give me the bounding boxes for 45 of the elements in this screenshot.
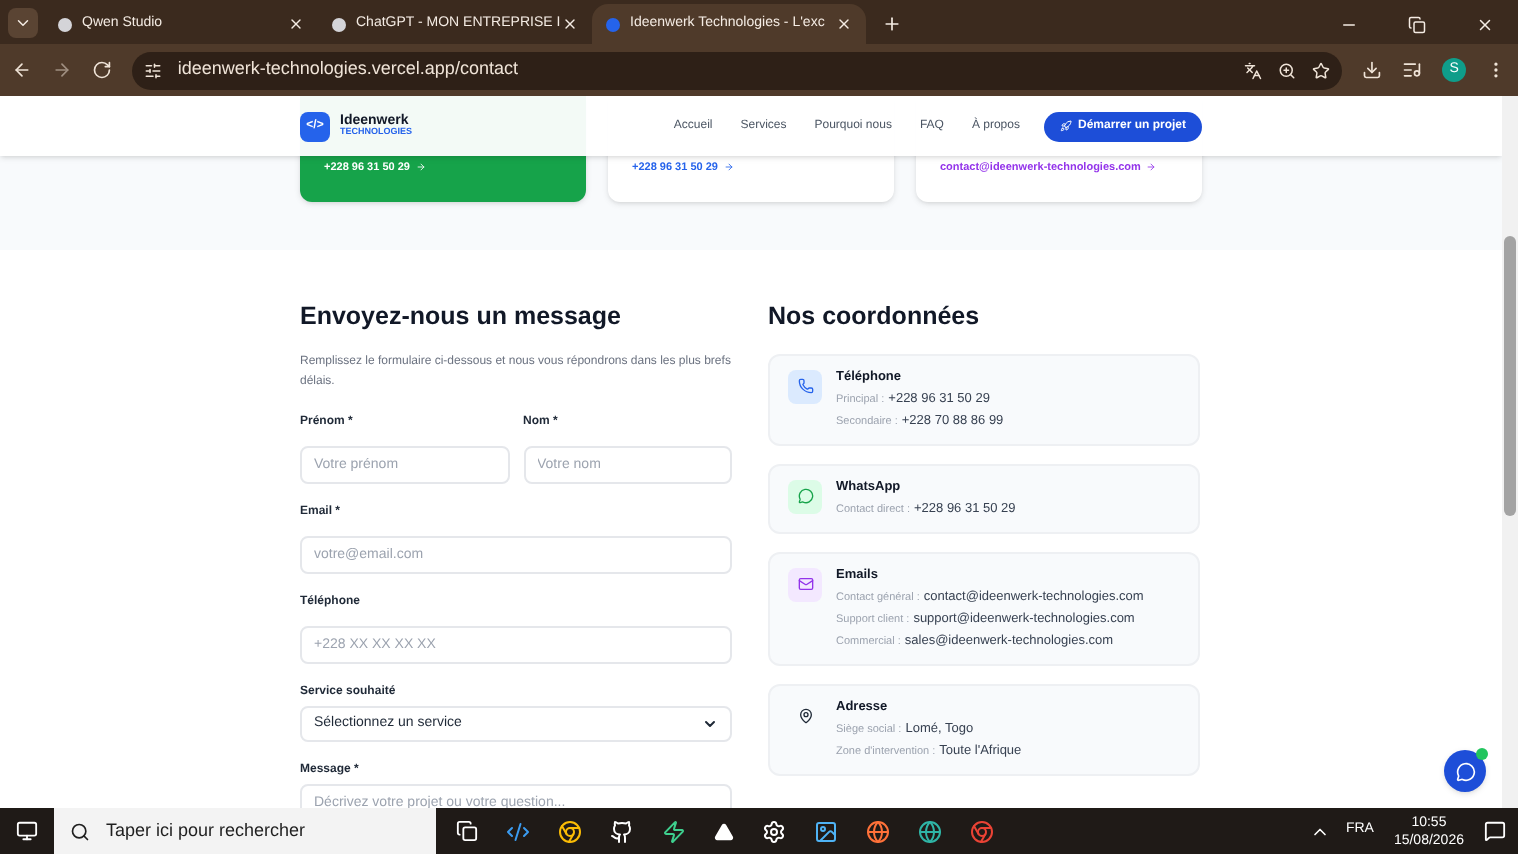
download-icon[interactable]: [1362, 60, 1383, 80]
back-icon[interactable]: [12, 60, 32, 80]
arrow-icon: [723, 162, 734, 173]
whatsapp-icon: [788, 479, 822, 514]
favicon-icon: [606, 17, 620, 31]
reload-icon[interactable]: [91, 60, 112, 80]
zoom-icon[interactable]: [1278, 61, 1297, 79]
close-icon[interactable]: [836, 16, 852, 32]
form-title: Envoyez-nous un message: [300, 300, 623, 334]
tab-list-button[interactable]: [7, 7, 37, 37]
taskbar-search-field[interactable]: Taper ici pour rechercher: [54, 808, 436, 854]
translate-icon[interactable]: [1244, 61, 1263, 79]
task-view-icon[interactable]: [456, 820, 478, 842]
settings-icon[interactable]: [762, 819, 786, 843]
chat-button[interactable]: [1444, 750, 1486, 792]
new-tab-icon[interactable]: [882, 14, 902, 34]
address-bar[interactable]: ideenwerk-technologies.vercel.app/contact: [131, 51, 1343, 89]
close-icon[interactable]: [562, 16, 578, 32]
restore-icon[interactable]: [1408, 16, 1426, 34]
url-text: ideenwerk-technologies.vercel.app/contact: [177, 56, 520, 83]
favicon-icon: [332, 17, 346, 31]
photos-icon[interactable]: [814, 819, 838, 843]
browser-icon[interactable]: [558, 819, 582, 843]
browser-icon[interactable]: [970, 819, 994, 843]
favicon-icon: [58, 17, 72, 31]
arrow-icon: [1146, 162, 1157, 173]
site-settings-icon[interactable]: [143, 61, 162, 79]
scrollbar[interactable]: [1502, 96, 1518, 808]
github-icon[interactable]: [610, 819, 634, 843]
bookmark-icon[interactable]: [1312, 61, 1331, 79]
phone-icon: [788, 369, 822, 404]
search-icon: [70, 821, 90, 841]
rocket-icon: [1059, 120, 1072, 132]
notification-icon[interactable]: [1484, 820, 1506, 842]
close-icon[interactable]: [1476, 16, 1494, 34]
bolt-icon[interactable]: [662, 819, 686, 843]
media-icon[interactable]: [1402, 60, 1423, 80]
code-editor-icon[interactable]: [506, 819, 530, 843]
triangle-icon[interactable]: [714, 821, 734, 841]
caret-icon: [702, 715, 718, 732]
contact-title: Nos coordonnées: [768, 300, 982, 334]
close-icon[interactable]: [288, 16, 304, 32]
email-icon: [788, 567, 822, 602]
chat-icon: [1455, 761, 1475, 781]
arrow-icon: [415, 162, 426, 173]
